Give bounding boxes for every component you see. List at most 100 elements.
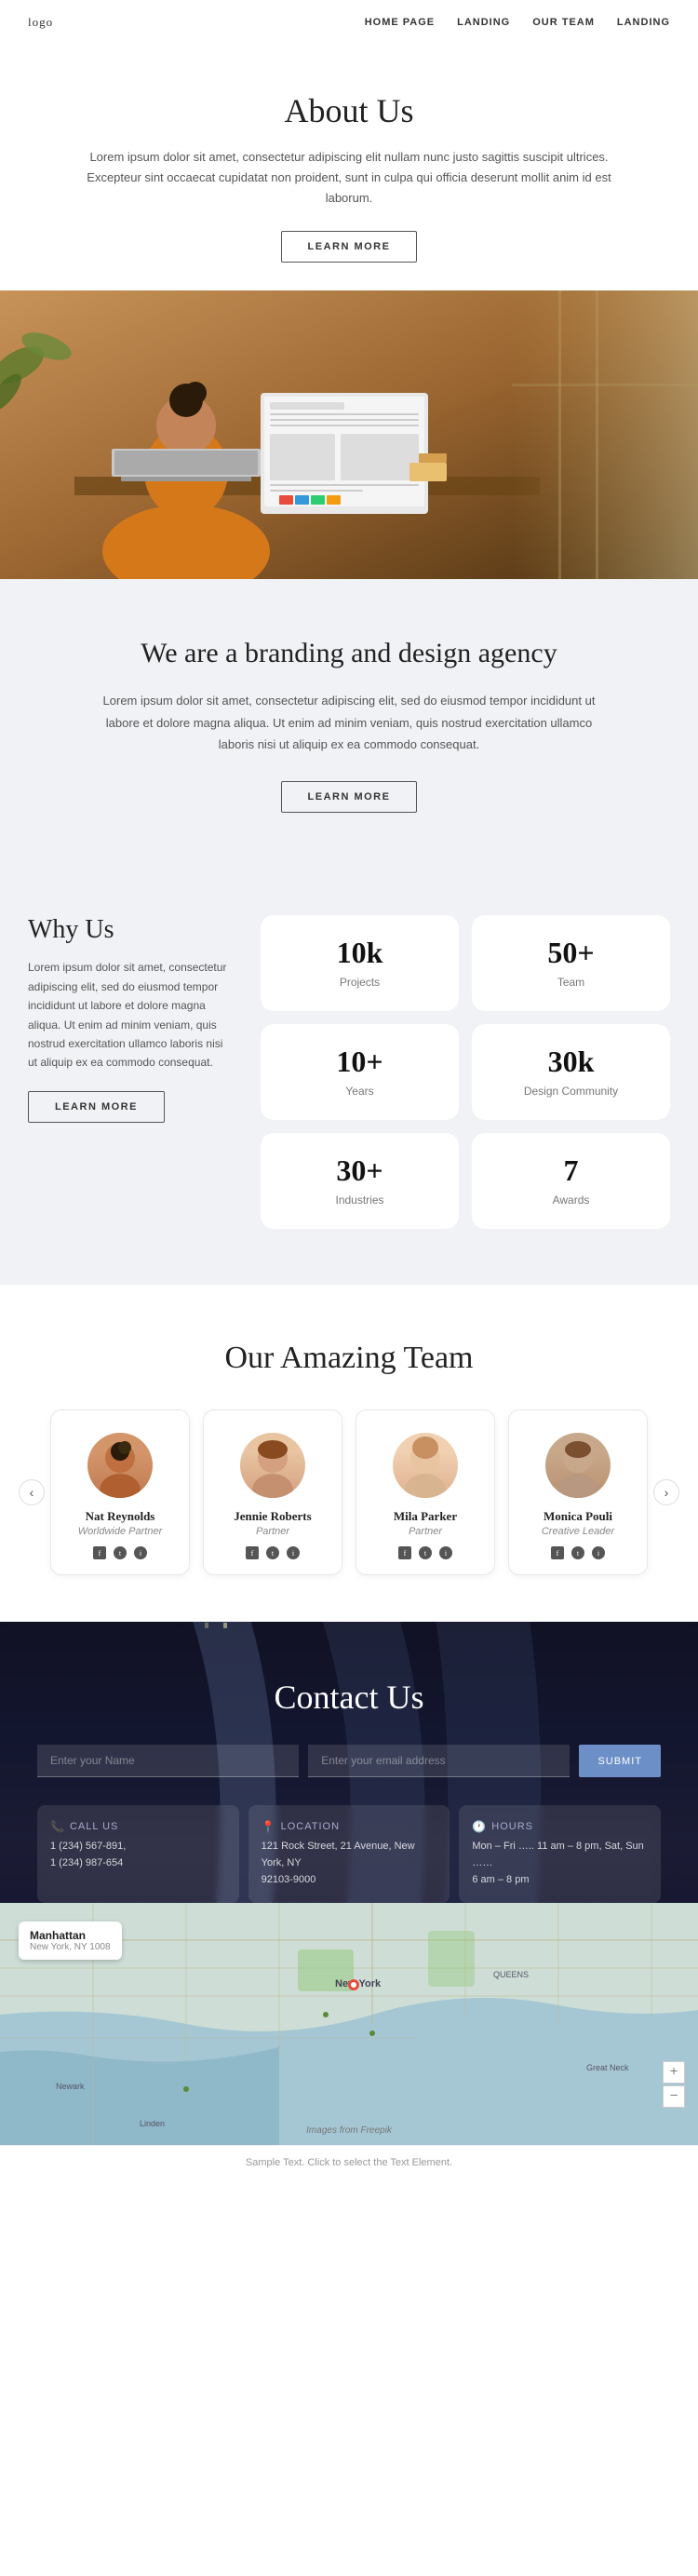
why-us-description: Lorem ipsum dolor sit amet, consectetur … [28, 958, 233, 1072]
team-section: Our Amazing Team ‹ Nat Reynolds Worldwid… [0, 1285, 698, 1622]
map-freepik-attribution: Images from Freepik [306, 2125, 392, 2136]
contact-form: SUBMIT [37, 1745, 661, 1777]
stat-label-community: Design Community [524, 1085, 618, 1098]
footer: Sample Text. Click to select the Text El… [0, 2145, 698, 2179]
branding-learn-more-button[interactable]: LEARN MORE [281, 781, 418, 813]
team-member-role-nat: Worldwide Partner [66, 1526, 174, 1537]
why-us-content: Why Us Lorem ipsum dolor sit amet, conse… [28, 915, 233, 1122]
facebook-icon-mila[interactable]: f [398, 1546, 411, 1559]
nav-our-team[interactable]: OUR TEAM [532, 17, 595, 28]
location-title: 📍 LOCATION [262, 1820, 437, 1833]
instagram-icon-monica[interactable]: i [592, 1546, 605, 1559]
phone-icon: 📞 [50, 1820, 65, 1833]
map-city-name: Manhattan [30, 1929, 111, 1942]
team-member-monica-pouli: Monica Pouli Creative Leader f t i [508, 1409, 648, 1575]
avatar-nat-reynolds [87, 1433, 153, 1498]
map-zoom-out-button[interactable]: − [663, 2085, 685, 2108]
instagram-icon-jennie[interactable]: i [287, 1546, 300, 1559]
twitter-icon-jennie[interactable]: t [266, 1546, 279, 1559]
contact-hours-card: 🕐 HOURS Mon – Fri ….. 11 am – 8 pm, Sat,… [459, 1805, 661, 1903]
instagram-icon-mila[interactable]: i [439, 1546, 452, 1559]
stat-label-years: Years [345, 1085, 373, 1098]
nav-links: HOME PAGE LANDING OUR TEAM LANDING [365, 17, 670, 28]
stat-years: 10+ Years [261, 1024, 459, 1120]
about-description: Lorem ipsum dolor sit amet, consectetur … [74, 147, 624, 209]
footer-text: Sample Text. Click to select the Text El… [246, 2157, 452, 2168]
nav-landing-1[interactable]: LANDING [457, 17, 510, 28]
clock-icon: 🕐 [472, 1820, 487, 1833]
social-icons-mila: f t i [371, 1546, 479, 1559]
svg-text:Linden: Linden [140, 2119, 165, 2128]
stat-number-awards: 7 [490, 1153, 651, 1188]
team-title: Our Amazing Team [19, 1341, 679, 1376]
why-us-learn-more-button[interactable]: LEARN MORE [28, 1091, 165, 1123]
map-background: New York Newark QUEENS Great Neck Linden… [0, 1903, 698, 2145]
social-icons-jennie: f t i [219, 1546, 327, 1559]
branding-section: We are a branding and design agency Lore… [0, 579, 698, 869]
svg-text:Great Neck: Great Neck [586, 2063, 629, 2072]
team-member-name-monica: Monica Pouli [524, 1509, 632, 1524]
contact-name-input[interactable] [37, 1745, 299, 1777]
stat-team: 50+ Team [472, 915, 670, 1011]
avatar-jennie-roberts [240, 1433, 305, 1498]
nav-landing-2[interactable]: LANDING [617, 17, 670, 28]
team-member-role-mila: Partner [371, 1526, 479, 1537]
stat-label-team: Team [557, 976, 584, 989]
branding-title: We are a branding and design agency [93, 635, 605, 671]
facebook-icon-monica[interactable]: f [551, 1546, 564, 1559]
twitter-icon-nat[interactable]: t [114, 1546, 127, 1559]
carousel-prev-button[interactable]: ‹ [19, 1479, 45, 1505]
stat-projects: 10k Projects [261, 915, 459, 1011]
contact-call-card: 📞 CALL US 1 (234) 567-891, 1 (234) 987-6… [37, 1805, 239, 1903]
avatar-mila-parker [393, 1433, 458, 1498]
map-section: New York Newark QUEENS Great Neck Linden… [0, 1903, 698, 2145]
map-location-box: Manhattan New York, NY 1008 [19, 1922, 122, 1960]
location-icon: 📍 [262, 1820, 276, 1833]
stat-label-awards: Awards [553, 1194, 590, 1207]
call-us-title: 📞 CALL US [50, 1820, 226, 1833]
map-location-sub: New York, NY 1008 [30, 1942, 111, 1952]
instagram-icon-nat[interactable]: i [134, 1546, 147, 1559]
twitter-icon-mila[interactable]: t [419, 1546, 432, 1559]
contact-email-input[interactable] [308, 1745, 570, 1777]
contact-title: Contact Us [37, 1678, 661, 1717]
team-member-name-mila: Mila Parker [371, 1509, 479, 1524]
stat-number-years: 10+ [279, 1045, 440, 1079]
twitter-icon-monica[interactable]: t [571, 1546, 584, 1559]
hours-title: 🕐 HOURS [472, 1820, 648, 1833]
stat-label-industries: Industries [335, 1194, 383, 1207]
team-member-jennie-roberts: Jennie Roberts Partner f t i [203, 1409, 342, 1575]
team-member-name-nat: Nat Reynolds [66, 1509, 174, 1524]
stat-community: 30k Design Community [472, 1024, 670, 1120]
why-us-title: Why Us [28, 915, 233, 945]
facebook-icon-jennie[interactable]: f [246, 1546, 259, 1559]
team-member-role-monica: Creative Leader [524, 1526, 632, 1537]
facebook-icon-nat[interactable]: f [93, 1546, 106, 1559]
stat-awards: 7 Awards [472, 1133, 670, 1229]
contact-section: Contact Us SUBMIT 📞 CALL US 1 (234) 567-… [0, 1622, 698, 1903]
stats-grid: 10k Projects 50+ Team 10+ Years 30k Desi… [261, 915, 670, 1229]
svg-text:Newark: Newark [56, 2082, 85, 2091]
map-zoom-in-button[interactable]: + [663, 2061, 685, 2084]
stat-label-projects: Projects [340, 976, 380, 989]
nav-home[interactable]: HOME PAGE [365, 17, 435, 28]
social-icons-nat: f t i [66, 1546, 174, 1559]
logo: logo [28, 15, 53, 30]
carousel-next-button[interactable]: › [653, 1479, 679, 1505]
about-learn-more-button[interactable]: LEARN MORE [281, 231, 418, 263]
team-member-role-jennie: Partner [219, 1526, 327, 1537]
hours-text: Mon – Fri ….. 11 am – 8 pm, Sat, Sun …… … [472, 1839, 648, 1888]
navbar: logo HOME PAGE LANDING OUR TEAM LANDING [0, 0, 698, 45]
about-section: About Us Lorem ipsum dolor sit amet, con… [0, 45, 698, 290]
stat-number-team: 50+ [490, 936, 651, 970]
team-member-mila-parker: Mila Parker Partner f t i [356, 1409, 495, 1575]
team-cards: Nat Reynolds Worldwide Partner f t i Jen… [45, 1409, 653, 1575]
call-us-text: 1 (234) 567-891, 1 (234) 987-654 [50, 1839, 226, 1871]
team-member-nat-reynolds: Nat Reynolds Worldwide Partner f t i [50, 1409, 190, 1575]
location-text: 121 Rock Street, 21 Avenue, New York, NY… [262, 1839, 437, 1888]
svg-text:QUEENS: QUEENS [493, 1970, 529, 1979]
branding-description: Lorem ipsum dolor sit amet, consectetur … [93, 690, 605, 755]
contact-submit-button[interactable]: SUBMIT [579, 1745, 661, 1777]
team-carousel: ‹ Nat Reynolds Worldwide Partner f t i [19, 1409, 679, 1575]
avatar-monica-pouli [545, 1433, 611, 1498]
